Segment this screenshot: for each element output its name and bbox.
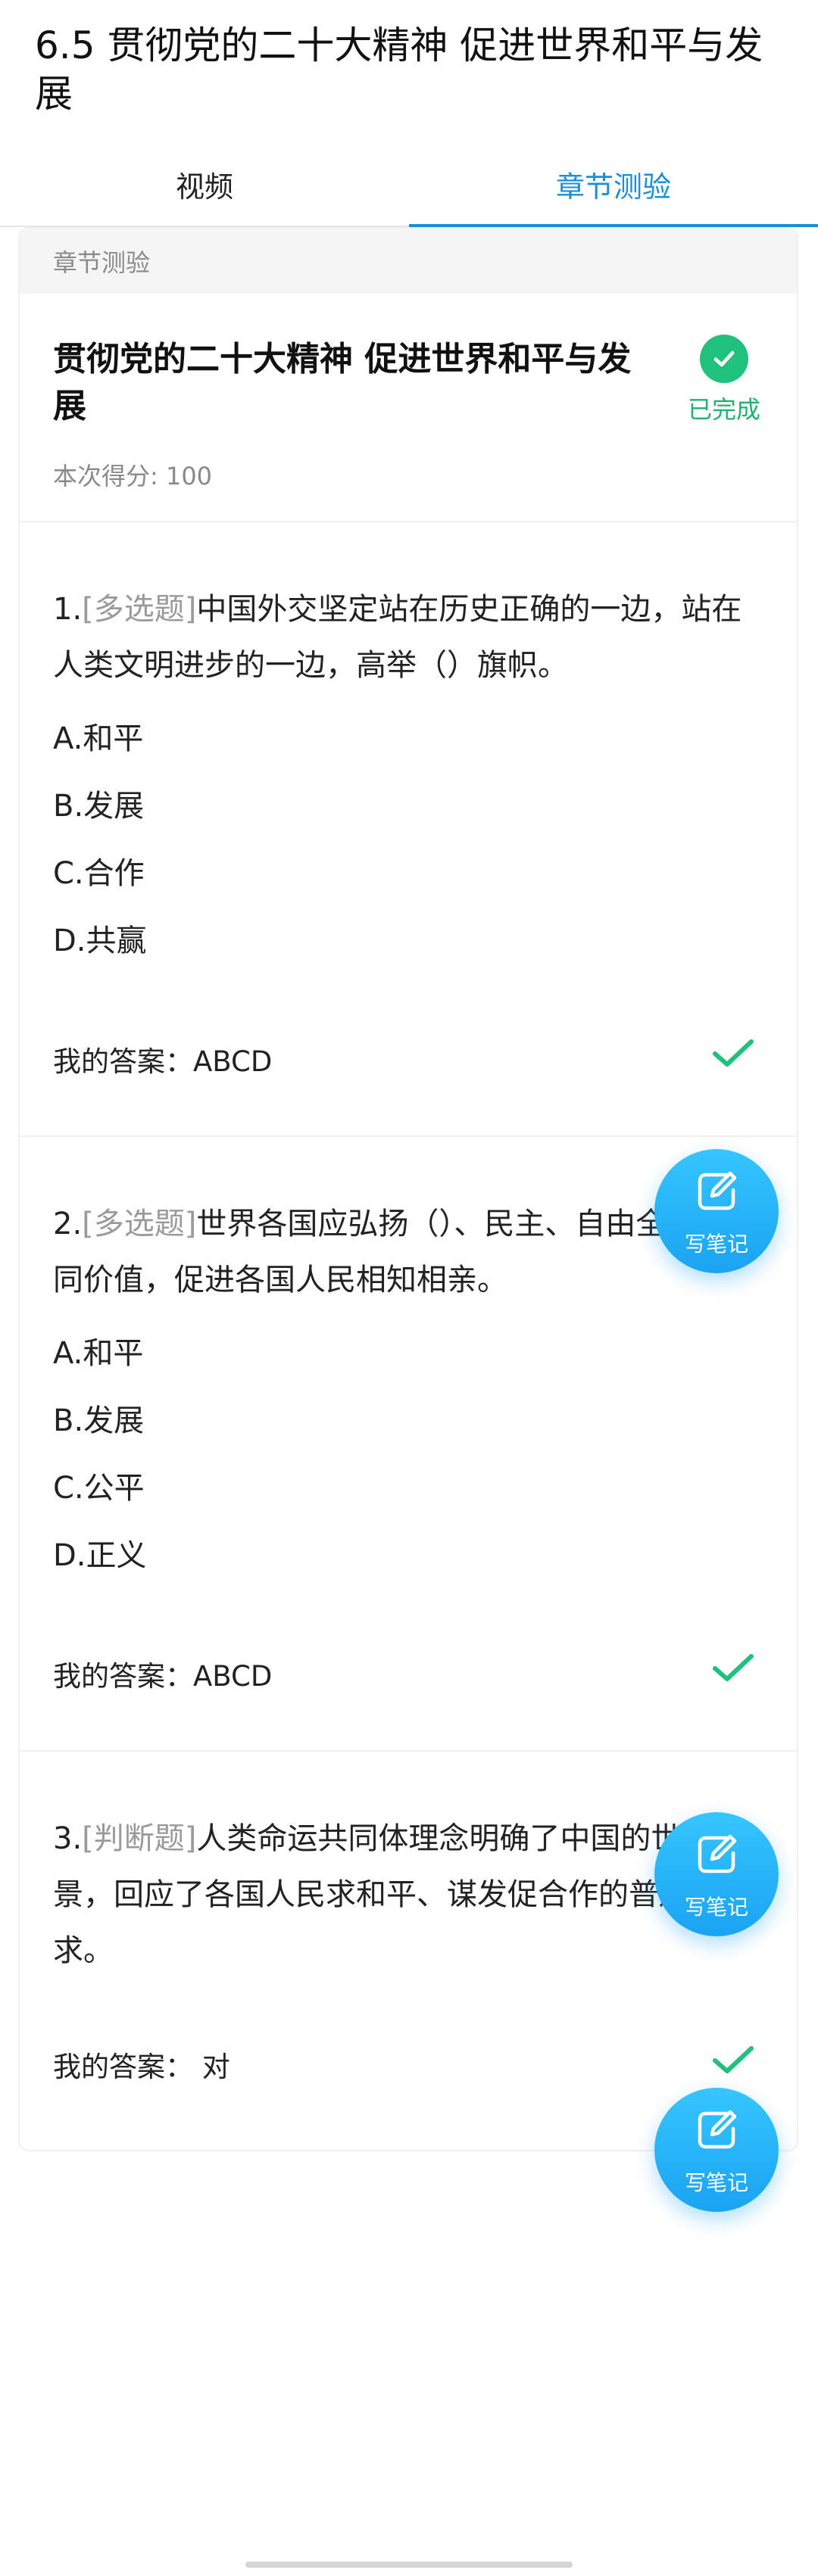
page-title: 6.5 贯彻党的二十大精神 促进世界和平与发展 bbox=[35, 23, 763, 116]
option-d: D.正义 bbox=[53, 1538, 147, 1573]
question-type: [多选题] bbox=[82, 1207, 197, 1241]
write-note-button[interactable]: 写笔记 bbox=[654, 1149, 779, 1273]
option-a: A.和平 bbox=[53, 1336, 144, 1371]
option-d: D.共赢 bbox=[53, 924, 147, 958]
completed-status: 已完成 bbox=[687, 395, 760, 424]
edit-note-icon bbox=[698, 1834, 737, 1874]
my-answer: 我的答案：ABCD bbox=[53, 1045, 273, 1078]
quiz-summary: 贯彻党的二十大精神 促进世界和平与发展 本次得分: 100 已完成 bbox=[20, 294, 797, 522]
quiz-title: 贯彻党的二十大精神 促进世界和平与发展 bbox=[53, 340, 632, 425]
my-answer: 我的答案：ABCD bbox=[53, 1660, 273, 1693]
option-c: C.合作 bbox=[53, 856, 145, 891]
correct-check-icon bbox=[713, 1039, 754, 1067]
question-3: 3.[判断题]人类命运共同体理念明确了中国的世界愿景，回应了各国人民求和平、谋发… bbox=[20, 1750, 797, 2150]
option-list: A.和平 B.发展 C.合作 D.共赢 bbox=[53, 706, 735, 975]
write-note-button[interactable]: 写笔记 bbox=[654, 1812, 779, 1936]
quiz-score: 本次得分: 100 bbox=[53, 462, 213, 491]
correct-check-icon bbox=[713, 2046, 754, 2073]
write-note-label: 写笔记 bbox=[684, 1232, 748, 1257]
option-b: B.发展 bbox=[53, 1403, 145, 1438]
correct-check-icon bbox=[713, 1654, 754, 1681]
tab-bar: 视频 章节测验 bbox=[0, 142, 818, 227]
write-note-label: 写笔记 bbox=[684, 1895, 748, 1920]
home-indicator[interactable] bbox=[245, 2562, 573, 2568]
tab-video[interactable]: 视频 bbox=[0, 142, 409, 226]
question-number: 2. bbox=[53, 1207, 83, 1241]
tab-chapter-quiz[interactable]: 章节测验 bbox=[409, 142, 818, 226]
question-number: 1. bbox=[53, 592, 83, 627]
section-label: 章节测验 bbox=[20, 229, 797, 294]
option-a: A.和平 bbox=[53, 721, 144, 756]
option-list: A.和平 B.发展 C.公平 D.正义 bbox=[53, 1320, 735, 1590]
edit-note-icon bbox=[698, 1171, 737, 1210]
question-text: 1.[多选题]中国外交坚定站在历史正确的一边，站在人类文明进步的一边，高举（）旗… bbox=[53, 581, 765, 693]
edit-note-icon bbox=[698, 2110, 737, 2149]
write-note-label: 写笔记 bbox=[684, 2170, 748, 2195]
option-b: B.发展 bbox=[53, 789, 145, 824]
question-type: [判断题] bbox=[82, 1821, 197, 1856]
write-note-button[interactable]: 写笔记 bbox=[654, 2088, 779, 2212]
question-1: 1.[多选题]中国外交坚定站在历史正确的一边，站在人类文明进步的一边，高举（）旗… bbox=[20, 521, 797, 1137]
option-c: C.公平 bbox=[53, 1471, 145, 1506]
question-type: [多选题] bbox=[82, 592, 197, 627]
my-answer: 我的答案： 对 bbox=[53, 2051, 230, 2083]
completed-check-icon bbox=[700, 335, 748, 383]
question-number: 3. bbox=[53, 1821, 83, 1856]
